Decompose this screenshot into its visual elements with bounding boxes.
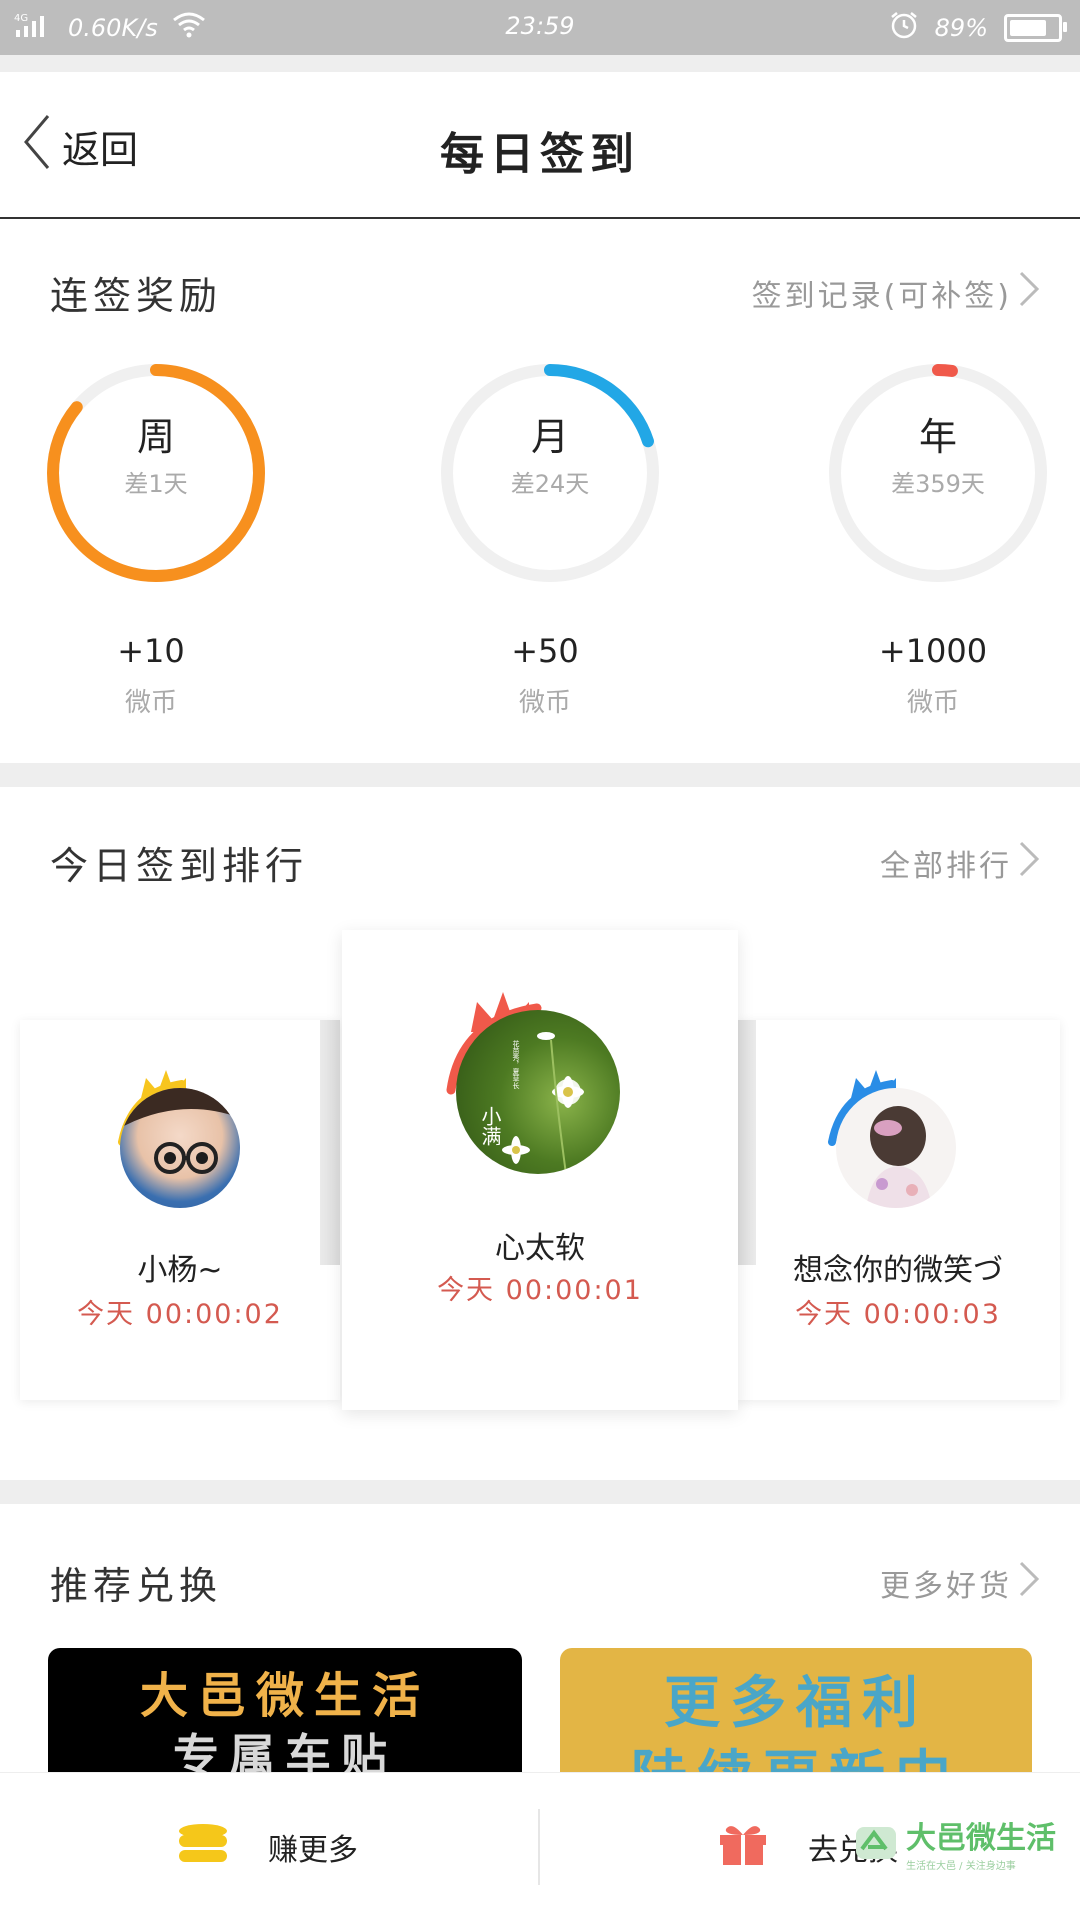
reward-amount: +10 (117, 632, 185, 670)
streak-section-header: 连签奖励 签到记录(可补签) (50, 265, 1040, 320)
bottom-separator (538, 1809, 540, 1885)
battery-percent: 89% (934, 14, 988, 42)
status-bar: 4G 0.60K/s 23:59 89% (0, 0, 1080, 55)
rank-card-3[interactable]: 想念你的微笑づ 今天 00:00:03 (736, 1020, 1060, 1400)
ring-label: 月 (530, 415, 569, 459)
reward-unit: 微币 (124, 688, 177, 718)
reward-amount: +1000 (878, 632, 988, 670)
coins-icon (178, 1823, 228, 1871)
ring-remaining: 差1天 (124, 470, 188, 498)
streak-ring-3: 年差359天 (818, 358, 1058, 588)
banner-line-1: 更多福利 (664, 1671, 928, 1736)
page-title: 每日签到 (440, 129, 640, 180)
reward-unit: 微币 (518, 688, 571, 718)
bottom-action-bar: 赚更多 去兑换 大邑微生活 生活在大邑 / 关注身边事 (0, 1772, 1080, 1921)
svg-text:小满: 小满 (478, 1106, 502, 1146)
exchange-title: 推荐兑换 (50, 1564, 223, 1608)
section-divider (0, 1480, 1080, 1504)
battery-icon (1004, 14, 1067, 42)
all-ranking-label: 全部排行 (880, 848, 1012, 884)
gift-icon (718, 1821, 768, 1873)
ring-label: 年 (918, 415, 957, 459)
rank-name: 小杨~ (137, 1253, 223, 1288)
streak-ring-1: 周差1天 (36, 358, 276, 588)
chevron-right-icon (1018, 840, 1040, 886)
svg-text:花苗秀，夏草长: 花苗秀，夏草长 (512, 1039, 520, 1090)
earn-more-label: 赚更多 (268, 1833, 358, 1868)
sign-record-link[interactable]: 签到记录(可补签) (752, 270, 1040, 316)
chevron-right-icon (1018, 270, 1040, 316)
brand-tagline: 生活在大邑 / 关注身边事 (906, 1861, 1016, 1872)
rank-time: 今天 00:00:03 (795, 1299, 1001, 1330)
exchange-section-header: 推荐兑换 更多好货 (50, 1555, 1040, 1610)
avatar (836, 1088, 956, 1208)
card-fold-shadow (320, 1020, 340, 1265)
earn-more-button[interactable]: 赚更多 (178, 1773, 358, 1921)
ring-label: 周 (136, 415, 175, 459)
ring-remaining: 差359天 (891, 470, 985, 498)
rank-card-2[interactable]: 小杨~ 今天 00:00:02 (20, 1020, 340, 1400)
streak-title: 连签奖励 (50, 274, 223, 318)
alarm-icon (889, 10, 919, 46)
exchange-banner-car-sticker[interactable]: 大邑微生活 专属车贴 (48, 1648, 522, 1772)
banner-line-2: 陆续更新中 (560, 1732, 1032, 1772)
rank-time: 今天 00:00:02 (77, 1299, 283, 1330)
rank-time: 今天 00:00:01 (437, 1275, 643, 1306)
ranking-section-header: 今日签到排行 全部排行 (50, 835, 1040, 890)
exchange-banner-more-benefits[interactable]: 更多福利 陆续更新中 (560, 1648, 1032, 1772)
header-gap (0, 55, 1080, 72)
brand-watermark: 大邑微生活 生活在大邑 / 关注身边事 (854, 1813, 1056, 1872)
rank-name: 想念你的微笑づ (793, 1253, 1003, 1288)
brand-logo-icon (854, 1819, 898, 1867)
avatar (120, 1088, 240, 1208)
section-divider (0, 763, 1080, 787)
top-nav-bar: 返回 每日签到 (0, 72, 1080, 219)
ranking-title: 今日签到排行 (50, 844, 309, 888)
chevron-right-icon (1018, 1560, 1040, 1606)
rank-name: 心太软 (495, 1231, 585, 1266)
rank-card-1[interactable]: 小满 花苗秀，夏草长 心太软 今天 00:00:01 (342, 930, 738, 1410)
streak-ring-2: 月差24天 (430, 358, 670, 588)
banner-line-1: 大邑微生活 (139, 1668, 430, 1724)
more-goods-link[interactable]: 更多好货 (880, 1560, 1040, 1606)
avatar: 小满 花苗秀，夏草长 (456, 1010, 620, 1174)
sign-record-label: 签到记录(可补签) (751, 278, 1012, 314)
reward-amount: +50 (511, 632, 579, 670)
reward-unit: 微币 (906, 688, 959, 718)
banner-line-2: 专属车贴 (173, 1729, 397, 1772)
more-goods-label: 更多好货 (880, 1568, 1012, 1604)
brand-name: 大邑微生活 (906, 1821, 1056, 1856)
card-fold-shadow (736, 1020, 756, 1265)
ring-remaining: 差24天 (510, 470, 590, 498)
all-ranking-link[interactable]: 全部排行 (880, 840, 1040, 886)
